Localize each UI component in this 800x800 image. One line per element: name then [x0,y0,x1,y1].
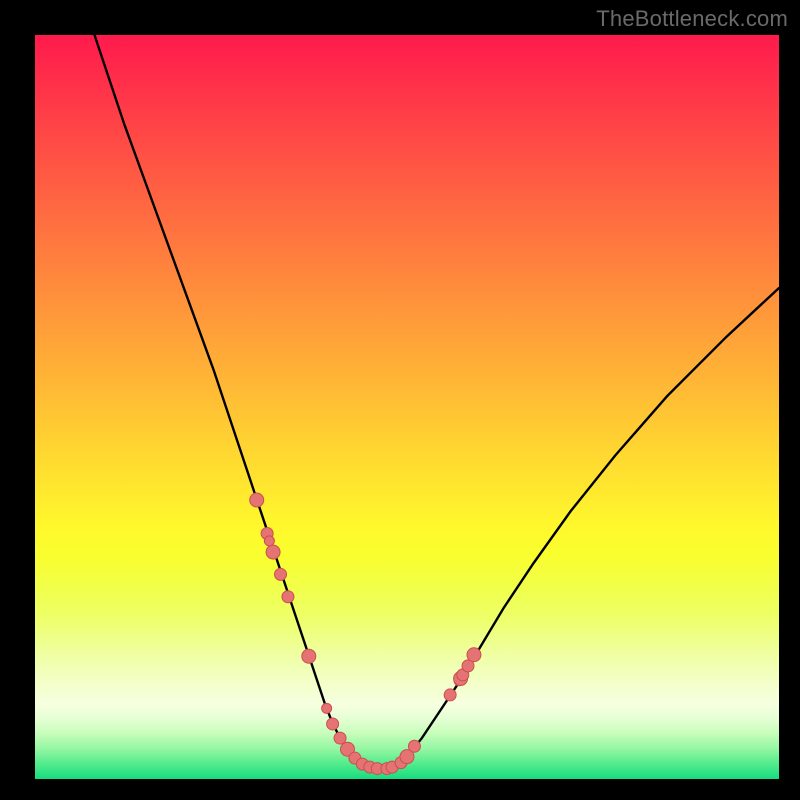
data-point [444,689,456,701]
data-point [467,648,481,662]
scatter-dots [250,493,481,775]
data-point [266,545,280,559]
data-point [327,718,339,730]
data-point [250,493,264,507]
data-point [322,703,332,713]
data-point [408,740,420,752]
bottleneck-chart [35,35,779,779]
data-point [334,732,346,744]
data-point [302,649,316,663]
watermark-text: TheBottleneck.com [596,6,788,32]
plot-area [35,35,779,779]
frame: TheBottleneck.com [0,0,800,800]
bottleneck-curve [95,35,779,769]
data-point [264,536,274,546]
data-point [275,568,287,580]
data-point [282,591,294,603]
